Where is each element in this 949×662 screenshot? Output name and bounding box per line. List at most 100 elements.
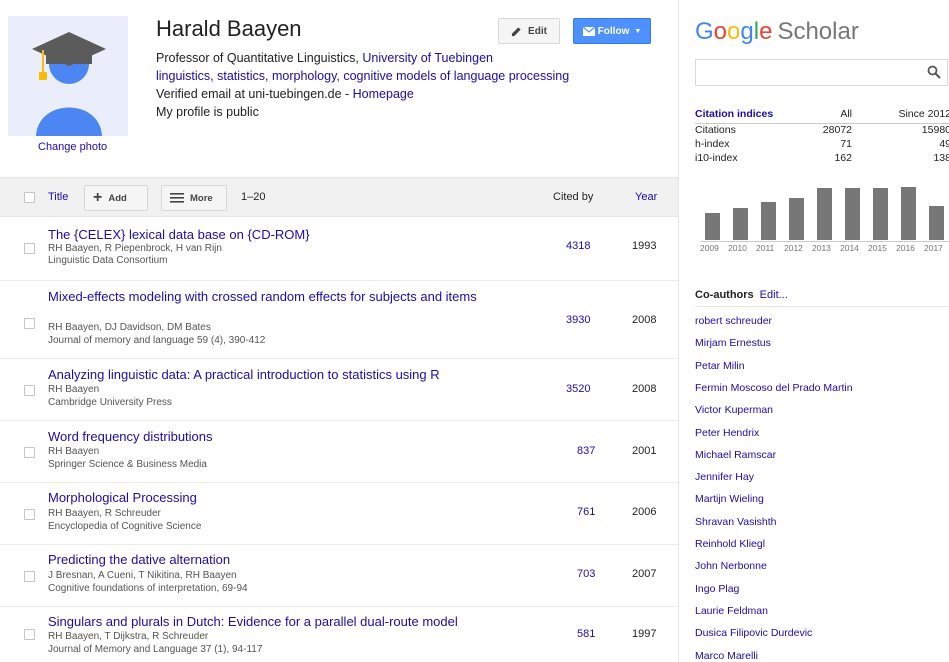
coauthor-link[interactable]: Michael Ramscar: [695, 449, 776, 461]
article-title[interactable]: Word frequency distributions: [48, 429, 508, 444]
cited-count[interactable]: 3520: [566, 383, 590, 395]
index-since: 15980: [921, 124, 949, 136]
coauthor-link[interactable]: Peter Hendrix: [695, 427, 759, 439]
since-header: Since 2012: [898, 108, 949, 120]
verified-email-line: Verified email at uni-tuebingen.de - Hom…: [156, 85, 569, 103]
coauthor-link[interactable]: Mirjam Ernestus: [695, 337, 771, 349]
profile-main: Change photo Harald Baayen Professor of …: [0, 0, 679, 662]
article-title[interactable]: Analyzing linguistic data: A practical i…: [48, 367, 508, 382]
coauthor-link[interactable]: Ingo Plag: [695, 583, 739, 595]
bar-2016[interactable]: [901, 186, 916, 240]
article-venue: Cambridge University Press: [48, 397, 172, 408]
citation-header-row: Citation indices All Since 2012: [695, 108, 949, 124]
citation-indices-table: Citation indices All Since 2012 Citation…: [695, 108, 949, 166]
article-venue: Journal of Memory and Language 37 (1), 9…: [48, 644, 263, 655]
coauthor-link[interactable]: Laurie Feldman: [695, 605, 768, 617]
search-input[interactable]: [695, 59, 948, 86]
sort-by-year[interactable]: Year: [635, 191, 657, 203]
article-venue: Cognitive foundations of interpretation,…: [48, 583, 248, 594]
coauthor-link[interactable]: Victor Kuperman: [695, 404, 773, 416]
row-checkbox[interactable]: [24, 571, 35, 582]
coauthors-title: Co-authors: [695, 289, 754, 301]
search-icon[interactable]: [927, 65, 941, 79]
coauthor-link[interactable]: Reinhold Kliegl: [695, 538, 765, 550]
affiliation-link[interactable]: University of Tuebingen: [362, 51, 493, 65]
cited-by-header[interactable]: Cited by: [553, 191, 593, 203]
coauthor-link[interactable]: Dusica Filipovic Durdevic: [695, 627, 812, 639]
cited-count[interactable]: 581: [577, 628, 595, 640]
coauthors-edit-link[interactable]: Edit...: [760, 289, 788, 301]
citations-bar-chart: [701, 184, 949, 240]
row-checkbox[interactable]: [24, 629, 35, 640]
cited-count[interactable]: 3930: [566, 314, 590, 326]
article-year: 2001: [632, 445, 657, 457]
sort-by-title[interactable]: Title: [48, 191, 68, 203]
more-button[interactable]: More: [161, 185, 227, 211]
coauthor-link[interactable]: Petar Milin: [695, 360, 745, 372]
article-title[interactable]: Predicting the dative alternation: [48, 552, 508, 567]
row-checkbox[interactable]: [24, 509, 35, 520]
tick-label-2014: 2014: [840, 243, 859, 253]
bar-2014[interactable]: [845, 187, 860, 240]
change-photo-link[interactable]: Change photo: [38, 141, 107, 153]
pencil-icon: [511, 26, 521, 36]
article-authors: RH Baayen: [48, 384, 100, 395]
add-button[interactable]: + Add: [84, 185, 148, 211]
coauthor-link[interactable]: Jennifer Hay: [695, 471, 754, 483]
article-year: 2006: [632, 506, 657, 518]
article-venue: Journal of memory and language 59 (4), 3…: [48, 335, 266, 346]
row-checkbox[interactable]: [24, 447, 35, 458]
logo-scholar: Scholar: [777, 18, 859, 45]
tick-label-2010: 2010: [728, 243, 747, 253]
follow-button[interactable]: Follow ▼: [573, 18, 651, 44]
article-row: Word frequency distributions RH Baayen S…: [0, 421, 678, 483]
bar-2009[interactable]: [705, 212, 720, 240]
bar-2017[interactable]: [929, 206, 944, 240]
article-year: 1993: [632, 240, 657, 252]
bar-2015[interactable]: [873, 187, 888, 240]
article-authors: RH Baayen, R Schreuder: [48, 508, 161, 519]
google-scholar-logo[interactable]: Google Scholar: [695, 18, 859, 46]
cited-count[interactable]: 4318: [566, 240, 590, 252]
logo-google: Google: [695, 18, 773, 45]
tick-label-2017: 2017: [924, 243, 943, 253]
coauthor-link[interactable]: Marco Marelli: [695, 650, 758, 662]
article-title[interactable]: Mixed-effects modeling with crossed rand…: [48, 289, 488, 304]
avatar[interactable]: [8, 16, 128, 136]
coauthor-link[interactable]: Martijn Wieling: [695, 493, 764, 505]
article-title[interactable]: Singulars and plurals in Dutch: Evidence…: [48, 614, 518, 629]
coauthor-link[interactable]: John Nerbonne: [695, 560, 767, 572]
bar-2010[interactable]: [733, 208, 748, 240]
article-venue: Linguistic Data Consortium: [48, 255, 168, 266]
coauthor-link[interactable]: robert schreuder: [695, 315, 772, 327]
sidebar: Google Scholar Citation indices All Since…: [679, 0, 949, 662]
research-interests[interactable]: linguistics, statistics, morphology, cog…: [156, 67, 569, 85]
homepage-link[interactable]: Homepage: [353, 87, 414, 101]
index-since: 49: [939, 138, 949, 150]
bar-2013[interactable]: [817, 187, 832, 240]
article-venue: Encyclopedia of Cognitive Science: [48, 521, 202, 532]
add-label: Add: [108, 192, 127, 204]
cited-count[interactable]: 837: [577, 445, 595, 457]
row-checkbox[interactable]: [24, 385, 35, 396]
select-all-checkbox[interactable]: [24, 192, 35, 203]
index-since: 138: [933, 152, 949, 164]
bar-2012[interactable]: [789, 198, 804, 240]
citation-indices-header[interactable]: Citation indices: [695, 108, 773, 120]
row-checkbox[interactable]: [24, 318, 35, 329]
index-label: h-index: [695, 138, 730, 150]
article-title[interactable]: Morphological Processing: [48, 490, 508, 505]
index-label: i10-index: [695, 152, 738, 164]
all-header: All: [840, 108, 852, 120]
coauthor-link[interactable]: Shravan Vasishth: [695, 516, 777, 528]
coauthor-link[interactable]: Fermin Moscoso del Prado Martin: [695, 382, 853, 394]
article-venue: Springer Science & Business Media: [48, 459, 207, 470]
article-title[interactable]: The {CELEX} lexical data base on {CD-ROM…: [48, 227, 508, 242]
bar-2011[interactable]: [761, 201, 776, 240]
cited-count[interactable]: 761: [577, 506, 595, 518]
edit-button[interactable]: Edit: [498, 18, 560, 44]
row-checkbox[interactable]: [24, 243, 35, 254]
cited-count[interactable]: 703: [577, 568, 595, 580]
caret-down-icon: ▼: [634, 27, 642, 35]
article-year: 2007: [632, 568, 657, 580]
